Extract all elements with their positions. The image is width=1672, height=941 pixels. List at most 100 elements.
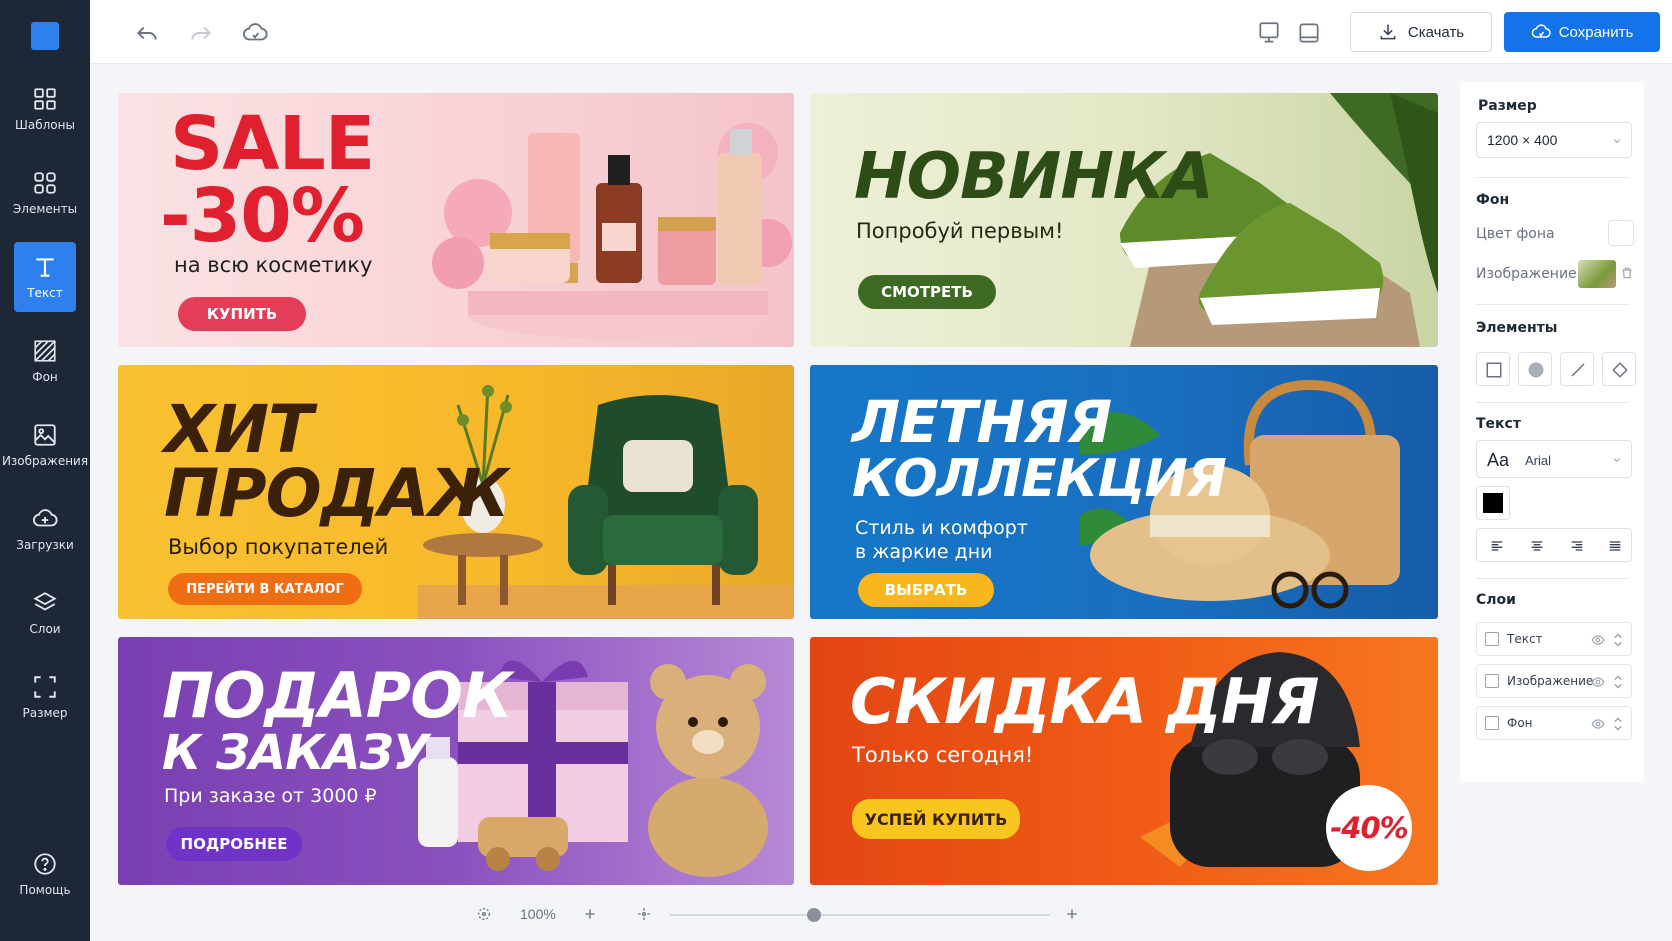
banner-gift-button[interactable]: ПОДРОБНЕЕ	[166, 827, 302, 861]
font-name: Arial	[1525, 453, 1552, 468]
banner-deal-badge: -40%	[1326, 785, 1412, 871]
desktop-preview-icon[interactable]	[1256, 20, 1282, 46]
background-heading: Фон	[1476, 192, 1510, 208]
sidebar-item-background[interactable]: Фон	[14, 326, 76, 396]
layer-item[interactable]: Фон	[1476, 706, 1632, 740]
cloud-sync-icon[interactable]	[242, 20, 268, 46]
save-button[interactable]: Сохранить	[1504, 12, 1660, 52]
banner-gift[interactable]: ПОДАРОК К ЗАКАЗУ При заказе от 3000 ₽ ПО…	[118, 637, 794, 885]
banner-sale-button[interactable]: КУПИТЬ	[178, 297, 306, 331]
divider	[1476, 304, 1630, 305]
undo-icon[interactable]	[134, 20, 160, 46]
zoom-value: 100%	[520, 906, 556, 922]
zoom-plus-icon[interactable]	[1064, 906, 1080, 922]
banner-sale-subtitle: на всю косметику	[174, 253, 373, 277]
download-icon	[1380, 24, 1396, 40]
background-image-thumbnail[interactable]	[1578, 260, 1616, 288]
sidebar-item-size[interactable]: Размер	[14, 662, 76, 732]
divider	[1476, 402, 1630, 403]
elements-heading: Элементы	[1476, 320, 1558, 336]
sidebar-item-images[interactable]: Изображения	[2, 410, 88, 480]
banner-new-button[interactable]: СМОТРЕТЬ	[858, 275, 996, 309]
zoom-slider-handle[interactable]	[807, 908, 822, 922]
sidebar-item-label: Слои	[29, 622, 61, 636]
download-button[interactable]: Скачать	[1350, 12, 1492, 52]
sidebar-item-label: Фон	[32, 370, 58, 384]
image-icon	[34, 424, 56, 446]
top-toolbar: Скачать Сохранить	[90, 0, 1672, 64]
download-label: Скачать	[1407, 23, 1465, 41]
text-icon	[36, 258, 54, 277]
sidebar-item-uploads[interactable]: Загрузки	[14, 494, 76, 564]
banner-summer-title2: КОЛЛЕКЦИЯ	[852, 449, 1227, 509]
divider	[1476, 177, 1630, 178]
element-rectangle-button[interactable]	[1476, 352, 1510, 386]
sidebar-item-label: Шаблоны	[15, 118, 75, 132]
cloud-save-icon	[1531, 24, 1551, 38]
text-heading: Текст	[1476, 416, 1521, 432]
align-left-icon[interactable]	[1489, 538, 1505, 554]
align-justify-icon[interactable]	[1607, 538, 1623, 554]
layer-label: Изображение	[1507, 674, 1594, 688]
reorder-icon[interactable]	[1613, 716, 1623, 732]
banner-deal[interactable]: СКИДКА ДНЯ Только сегодня! УСПЕЙ КУПИТЬ …	[810, 637, 1438, 885]
fit-screen-icon[interactable]	[476, 906, 492, 922]
banner-summer-title1: ЛЕТНЯЯ	[852, 388, 1112, 456]
resize-icon	[34, 676, 56, 698]
banner-gift-title1: ПОДАРОК	[162, 659, 513, 732]
banner-deal-badge-text: -40%	[1330, 811, 1408, 845]
align-center-icon[interactable]	[1529, 538, 1545, 554]
save-label: Сохранить	[1558, 23, 1634, 41]
help-icon	[34, 853, 56, 875]
size-select[interactable]: 1200 × 400	[1476, 122, 1632, 158]
element-circle-button[interactable]	[1518, 352, 1552, 386]
sidebar-item-layers[interactable]: Слои	[14, 578, 76, 648]
sidebar-item-help[interactable]: Помощь	[14, 839, 76, 909]
sidebar-item-label: Текст	[27, 286, 63, 300]
reorder-icon[interactable]	[1613, 632, 1623, 648]
redo-icon[interactable]	[188, 20, 214, 46]
cosmetics-illustration	[432, 123, 792, 339]
banner-deal-title: СКИДКА ДНЯ	[850, 665, 1319, 738]
element-diamond-button[interactable]	[1602, 352, 1636, 386]
banner-hit-subtitle: Выбор покупателей	[168, 535, 389, 559]
zoom-slider-track[interactable]	[670, 914, 1050, 916]
banner-summer[interactable]: ЛЕТНЯЯ КОЛЛЕКЦИЯ Стиль и комфорт в жарки…	[810, 365, 1438, 619]
font-select[interactable]: Aa Arial	[1476, 440, 1632, 478]
trash-icon[interactable]	[1620, 266, 1634, 280]
align-right-icon[interactable]	[1569, 538, 1585, 554]
image-layer-icon	[1485, 674, 1499, 688]
banner-gift-title2: К ЗАКАЗУ	[162, 725, 430, 781]
layer-item[interactable]: Изображение	[1476, 664, 1632, 698]
text-color-picker[interactable]	[1476, 486, 1510, 520]
banner-hit-button[interactable]: ПЕРЕЙТИ В КАТАЛОГ	[168, 573, 362, 605]
layer-item[interactable]: Текст	[1476, 622, 1632, 656]
reorder-icon[interactable]	[1613, 674, 1623, 690]
text-layer-icon	[1485, 632, 1499, 646]
eye-icon[interactable]	[1591, 675, 1605, 689]
center-icon[interactable]	[636, 906, 652, 922]
banner-sale[interactable]: SALE -30% на всю косметику КУПИТЬ	[118, 93, 794, 347]
sidebar-item-text[interactable]: Текст	[14, 242, 76, 312]
zoom-in-icon[interactable]	[582, 906, 598, 922]
sidebar-item-label: Элементы	[12, 202, 78, 216]
banner-deal-button[interactable]: УСПЕЙ КУПИТЬ	[852, 799, 1020, 839]
element-line-button[interactable]	[1560, 352, 1594, 386]
eye-icon[interactable]	[1591, 717, 1605, 731]
eye-icon[interactable]	[1591, 633, 1605, 647]
zoom-bar: 100%	[470, 900, 1090, 928]
sidebar-item-elements[interactable]: Элементы	[12, 158, 78, 228]
banner-new-title: НОВИНКА	[854, 140, 1214, 214]
sidebar-item-label: Помощь	[19, 883, 71, 897]
shapes-icon	[34, 172, 56, 194]
banner-hit[interactable]: ХИТ ПРОДАЖ Выбор покупателей ПЕРЕЙТИ В К…	[118, 365, 794, 619]
sidebar-item-templates[interactable]: Шаблоны	[14, 74, 76, 144]
background-color-swatch[interactable]	[1608, 220, 1634, 246]
banner-summer-button[interactable]: ВЫБРАТЬ	[858, 573, 994, 607]
layer-label: Текст	[1507, 632, 1543, 646]
app-logo	[31, 22, 59, 50]
banner-new-subtitle: Попробуй первым!	[856, 219, 1064, 243]
tablet-preview-icon[interactable]	[1296, 20, 1322, 46]
banner-summer-subtitle1: Стиль и комфорт	[855, 517, 1028, 539]
banner-new[interactable]: НОВИНКА Попробуй первым! СМОТРЕТЬ	[810, 93, 1438, 347]
